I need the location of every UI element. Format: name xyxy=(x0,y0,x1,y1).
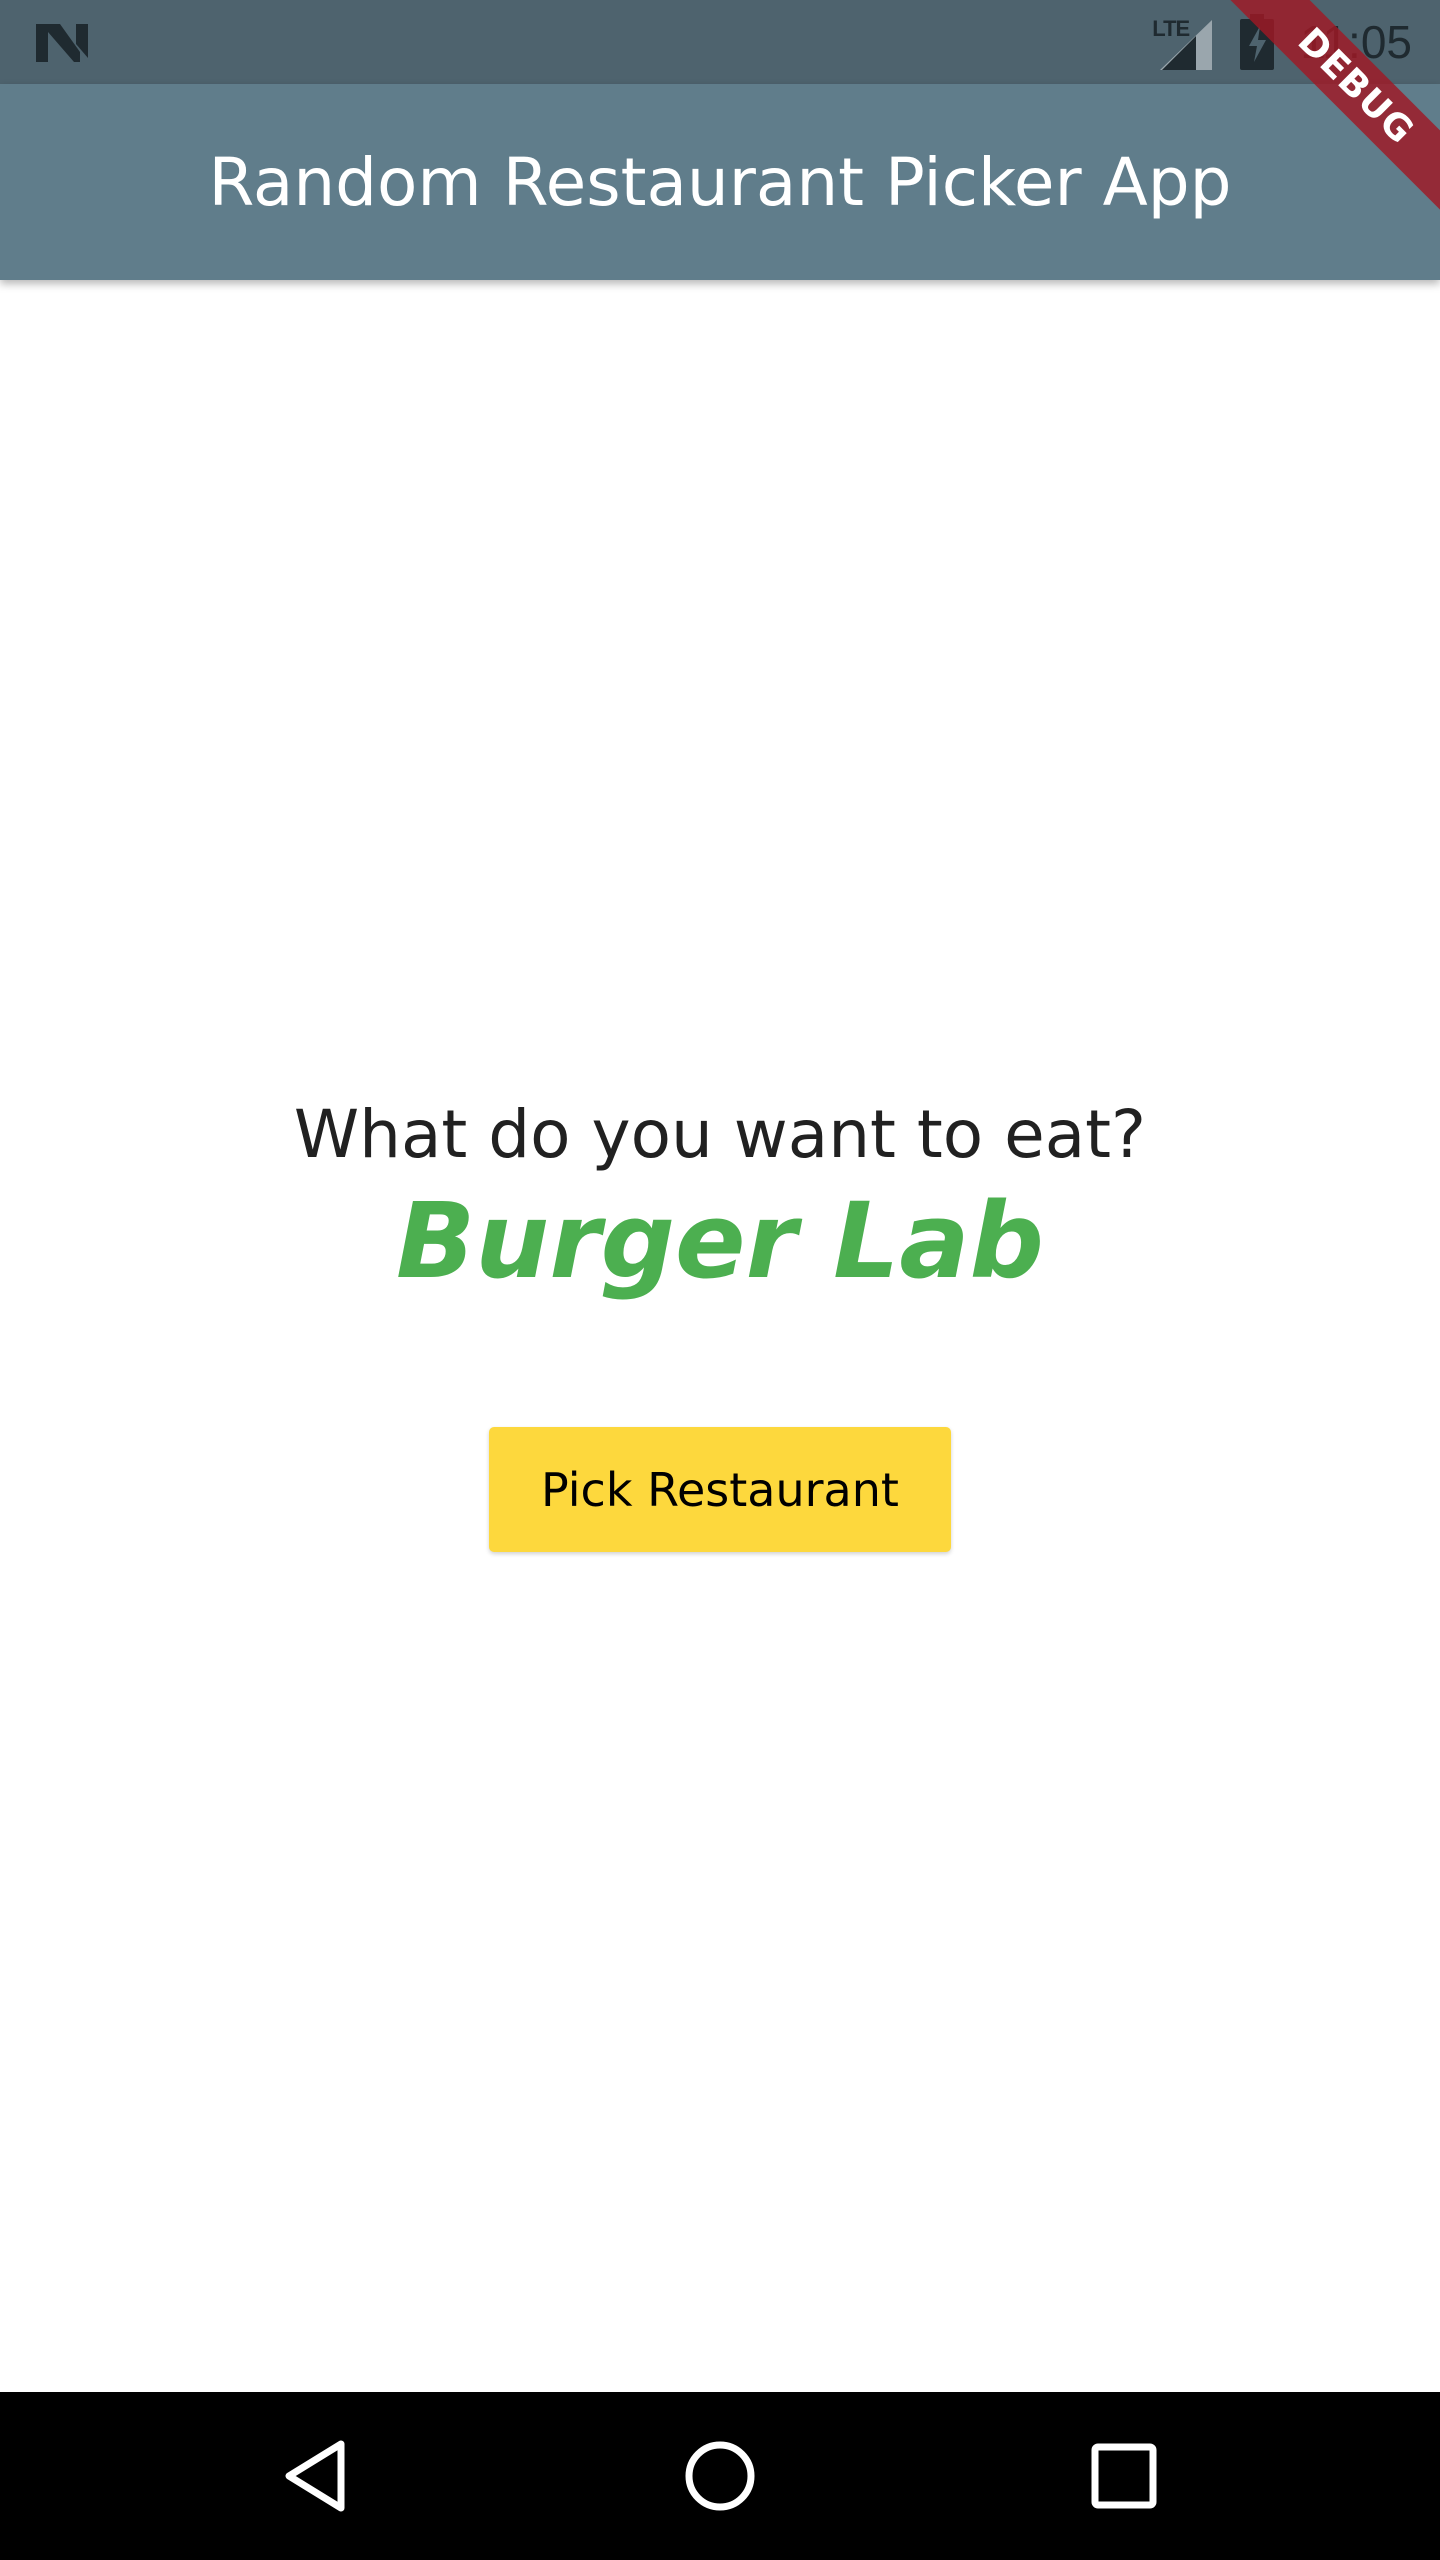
lte-signal-icon: LTE xyxy=(1150,14,1214,70)
n-notification-icon xyxy=(36,24,88,62)
prompt-text: What do you want to eat? xyxy=(293,1096,1147,1173)
status-icons: LTE 11:05 xyxy=(1150,0,1412,84)
app-title: Random Restaurant Picker App xyxy=(208,143,1232,221)
recents-icon xyxy=(1091,2443,1157,2509)
status-time: 11:05 xyxy=(1300,16,1412,68)
status-bar: LTE 11:05 xyxy=(0,0,1440,84)
app-screen: LTE 11:05 Random Restaurant Picker App D… xyxy=(0,0,1440,2560)
back-button[interactable] xyxy=(256,2416,376,2536)
recents-button[interactable] xyxy=(1064,2416,1184,2536)
selected-restaurant: Burger Lab xyxy=(396,1180,1044,1302)
app-bar: Random Restaurant Picker App xyxy=(0,84,1440,280)
back-icon xyxy=(285,2440,345,2512)
home-icon xyxy=(685,2441,755,2511)
home-button[interactable] xyxy=(660,2416,780,2536)
battery-charging-icon xyxy=(1240,14,1275,70)
navigation-bar xyxy=(0,2392,1440,2560)
pick-restaurant-button[interactable]: Pick Restaurant xyxy=(489,1427,951,1552)
main-content: What do you want to eat? Burger Lab Pick… xyxy=(0,280,1440,2392)
pick-restaurant-button-label: Pick Restaurant xyxy=(541,1462,899,1517)
